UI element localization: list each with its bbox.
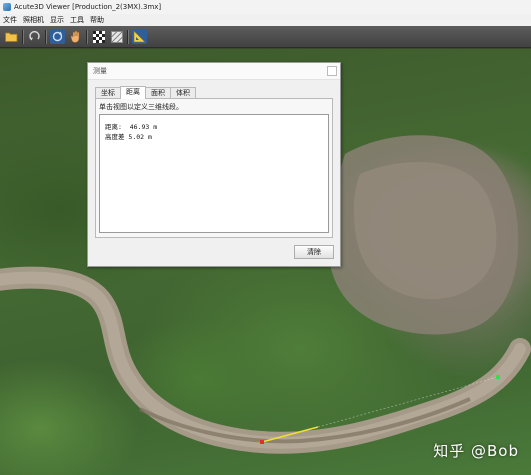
close-icon[interactable] (327, 66, 337, 76)
tab-distance[interactable]: 距离 (120, 86, 146, 99)
watermark-text: 知乎 @Bob (433, 442, 519, 460)
window-title: Acute3D Viewer [Production_2(3MX).3mx] (14, 3, 162, 11)
result-distance: 距离: 46.93 m (105, 123, 158, 131)
dialog-title-bar: 测量 (88, 63, 340, 80)
open-folder-icon[interactable] (4, 29, 19, 44)
rotate-icon[interactable] (50, 29, 65, 44)
window-title-bar: Acute3D Viewer [Production_2(3MX).3mx] (0, 0, 531, 15)
wireframe-icon[interactable] (109, 29, 124, 44)
toolbar-separator (86, 29, 88, 44)
checker-texture-icon[interactable] (91, 29, 106, 44)
toolbar-separator (127, 29, 129, 44)
measurement-dialog: 测量 坐标 距离 面积 体积 单击视图以定义三维线段。 距离: 46.93 m … (87, 62, 341, 267)
menu-tools[interactable]: 工具 (67, 14, 87, 26)
app-logo-icon (3, 3, 11, 11)
menu-file[interactable]: 文件 (0, 14, 20, 26)
pan-hand-icon[interactable] (68, 29, 83, 44)
toolbar-separator (22, 29, 24, 44)
measure-end-point (496, 375, 500, 379)
clear-button[interactable]: 清除 (294, 245, 334, 259)
menu-help[interactable]: 帮助 (87, 14, 107, 26)
reset-view-icon[interactable] (27, 29, 42, 44)
measure-ruler-icon[interactable] (132, 29, 147, 44)
dialog-title: 测量 (93, 67, 107, 75)
toolbar-separator (45, 29, 47, 44)
results-box: 距离: 46.93 m 高度差 5.02 m (99, 114, 329, 233)
menu-bar: 文件 照相机 显示 工具 帮助 (0, 14, 531, 26)
instruction-text: 单击视图以定义三维线段。 (99, 103, 183, 111)
measure-start-point (260, 440, 264, 444)
distance-panel: 单击视图以定义三维线段。 距离: 46.93 m 高度差 5.02 m (95, 98, 333, 238)
menu-camera[interactable]: 照相机 (20, 14, 47, 26)
result-height-difference: 高度差 5.02 m (105, 133, 152, 141)
menu-display[interactable]: 显示 (47, 14, 67, 26)
toolbar (0, 26, 531, 48)
